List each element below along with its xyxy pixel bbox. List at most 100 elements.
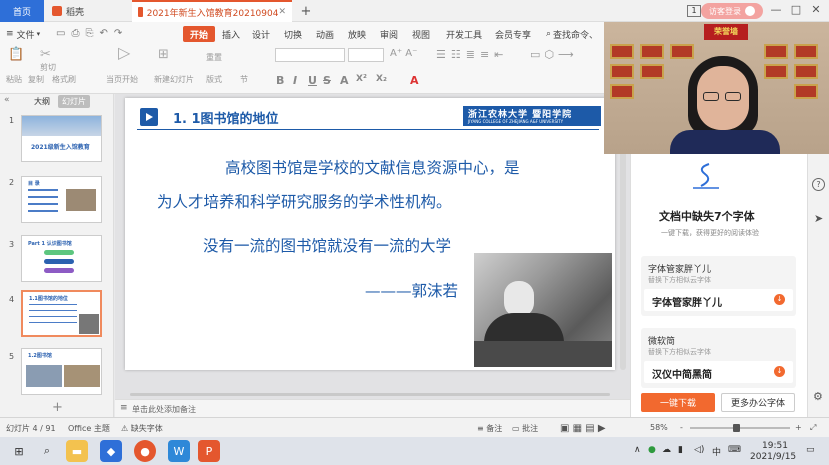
- more-fonts-button[interactable]: 更多办公字体: [721, 393, 795, 412]
- menu-developer[interactable]: 开发工具: [446, 26, 482, 42]
- window-count-badge[interactable]: 1: [687, 5, 701, 17]
- shape-icons[interactable]: ▭⬡⟶: [530, 48, 578, 61]
- comments-toggle[interactable]: ▭ 批注: [512, 423, 538, 434]
- arrow-icon[interactable]: ➤: [814, 212, 823, 225]
- windows-start-icon[interactable]: ⊞: [8, 440, 30, 462]
- menu-member[interactable]: 会员专享: [495, 26, 531, 42]
- keyboard-icon[interactable]: ⌨: [728, 445, 741, 455]
- font-name-combo[interactable]: [275, 48, 345, 62]
- paragraph-icons[interactable]: ☰☷≣≡⇤: [436, 48, 508, 61]
- slide-thumbnail-4[interactable]: 1.1图书馆的地位: [21, 290, 102, 337]
- paste-button[interactable]: 📋: [8, 48, 24, 62]
- tab-document[interactable]: 2021年新生入馆教育20210904 ✕: [132, 0, 292, 22]
- strikethrough-button[interactable]: S: [323, 74, 331, 87]
- login-button[interactable]: 访客登录: [701, 3, 763, 19]
- font-replacement-option[interactable]: 字体管家胖丫儿 ↓: [644, 289, 793, 311]
- notes-pane[interactable]: ≡ 单击此处添加备注: [115, 399, 630, 417]
- wps-presentation-icon[interactable]: P: [198, 440, 220, 462]
- ime-indicator[interactable]: 中: [712, 445, 721, 458]
- menu-insert[interactable]: 插入: [222, 26, 240, 42]
- collapse-panel-icon[interactable]: «: [4, 95, 10, 105]
- clock-time[interactable]: 19:51: [762, 441, 788, 451]
- cut-button[interactable]: ✂: [40, 48, 51, 62]
- view-mode-icons[interactable]: ▣ ▦ ▤ ▶: [560, 423, 606, 434]
- close-tab-icon[interactable]: ✕: [278, 7, 286, 17]
- slide-thumbnail-3[interactable]: Part 1 认识图书馆: [21, 235, 102, 282]
- download-all-button[interactable]: 一键下载: [641, 393, 715, 412]
- bold-button[interactable]: B: [276, 74, 284, 87]
- subscript-button[interactable]: X₂: [376, 74, 387, 84]
- horizontal-scrollbar[interactable]: [130, 393, 610, 396]
- help-icon[interactable]: ?: [812, 178, 825, 191]
- slide-thumbnail-5[interactable]: 1.2图书馆: [21, 348, 102, 395]
- settings-icon[interactable]: ⚙: [813, 390, 823, 403]
- tray-chevron-icon[interactable]: ∧: [634, 445, 641, 455]
- slide-thumbnail-1[interactable]: 2021级新生入馆教育: [21, 115, 102, 162]
- italic-button[interactable]: I: [293, 74, 297, 87]
- slide-number: 1: [9, 116, 15, 125]
- new-tab-button[interactable]: +: [296, 0, 316, 22]
- notes-toggle[interactable]: ≡ 备注: [477, 423, 502, 434]
- text-shadow-button[interactable]: A: [340, 74, 349, 87]
- slide-quote[interactable]: 没有一流的图书馆就没有一流的大学: [203, 234, 451, 256]
- clock-date[interactable]: 2021/9/15: [750, 452, 796, 462]
- section-label: 节: [240, 75, 248, 84]
- menu-slideshow[interactable]: 放映: [348, 26, 366, 42]
- minimize-button[interactable]: —: [767, 3, 785, 16]
- font-card-subtitle: 替换下方相似云字体: [648, 348, 711, 356]
- portrait-photo[interactable]: [474, 253, 612, 367]
- font-size-combo[interactable]: [348, 48, 384, 62]
- file-explorer-icon[interactable]: ▬: [66, 440, 88, 462]
- zoom-out-button[interactable]: -: [680, 423, 683, 432]
- font-size-buttons[interactable]: A⁺ A⁻: [390, 48, 417, 59]
- font-replacement-option[interactable]: 汉仪中简黑简 ↓: [644, 361, 793, 383]
- notification-icon[interactable]: ▭: [806, 445, 815, 455]
- fit-window-icon[interactable]: ⤢: [810, 423, 816, 433]
- tab-slides[interactable]: 幻灯片: [58, 95, 90, 108]
- menu-review[interactable]: 审阅: [380, 26, 398, 42]
- slide-body-line-2[interactable]: 为人才培养和科学研究服务的学术性机构。: [157, 190, 452, 212]
- font-card-name: 微软简: [648, 337, 676, 347]
- app-icon[interactable]: ●: [134, 440, 156, 462]
- zoom-slider[interactable]: [690, 424, 790, 432]
- tab-outline[interactable]: 大纲: [30, 95, 54, 108]
- close-window-button[interactable]: ✕: [807, 3, 825, 16]
- search-icon[interactable]: ⌕: [36, 440, 58, 462]
- slide-body-line-1[interactable]: 高校图书馆是学校的文献信息资源中心，是: [225, 156, 520, 178]
- file-menu[interactable]: ≡ 文件 ▾: [6, 26, 40, 42]
- volume-icon[interactable]: ◁): [694, 445, 704, 455]
- copy-label: 复制: [28, 75, 44, 84]
- dingtalk-icon[interactable]: ◆: [100, 440, 122, 462]
- zoom-in-button[interactable]: +: [795, 423, 802, 432]
- play-from-current-button[interactable]: ▷: [118, 45, 130, 61]
- download-font-icon[interactable]: ↓: [774, 294, 785, 305]
- tab-doke[interactable]: 稻壳: [46, 0, 128, 22]
- superscript-button[interactable]: X²: [356, 74, 367, 84]
- network-icon[interactable]: ▮: [678, 445, 683, 455]
- slide-quote-author[interactable]: ———郭沫若: [365, 279, 458, 301]
- menu-design[interactable]: 设计: [252, 26, 270, 42]
- current-slide[interactable]: 1. 1图书馆的地位 浙江农林大学 暨阳学院 JIYANG COLLEGE OF…: [125, 98, 615, 370]
- font-color-button[interactable]: A: [410, 74, 419, 87]
- new-slide-button[interactable]: ⊞: [158, 48, 169, 62]
- menu-animation[interactable]: 动画: [316, 26, 334, 42]
- wps-writer-icon[interactable]: W: [168, 440, 190, 462]
- add-slide-icon[interactable]: +: [52, 400, 63, 415]
- slide-thumbnail-2[interactable]: 目 录: [21, 176, 102, 223]
- menu-transition[interactable]: 切换: [284, 26, 302, 42]
- certificate-frame: [640, 64, 664, 79]
- menu-start[interactable]: 开始: [183, 26, 216, 42]
- missing-font-status[interactable]: ⚠ 缺失字体: [121, 423, 163, 434]
- search-command[interactable]: ⌕ 查找命令、: [546, 26, 598, 42]
- underline-button[interactable]: U: [308, 74, 317, 87]
- slide-title[interactable]: 1. 1图书馆的地位: [173, 108, 279, 127]
- menu-view[interactable]: 视图: [412, 26, 430, 42]
- tab-home[interactable]: 首页: [0, 0, 44, 22]
- play-from-current-label: 当页开始: [106, 75, 138, 84]
- zoom-slider-handle[interactable]: [733, 424, 740, 432]
- tray-cloud-icon[interactable]: ☁: [662, 445, 671, 455]
- download-font-icon[interactable]: ↓: [774, 366, 785, 377]
- tray-app-icon[interactable]: ●: [648, 445, 656, 455]
- zoom-value[interactable]: 58%: [650, 423, 668, 432]
- maximize-button[interactable]: □: [787, 3, 805, 16]
